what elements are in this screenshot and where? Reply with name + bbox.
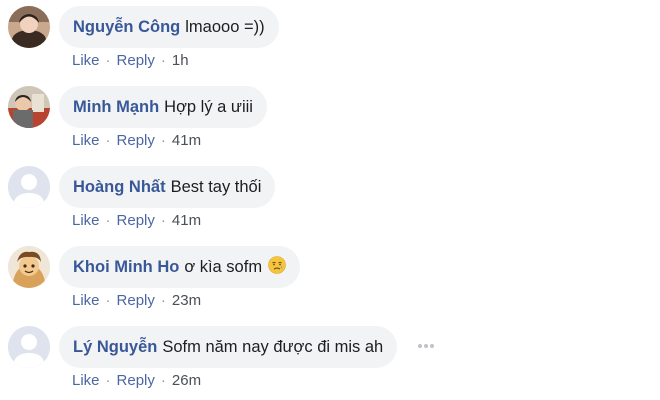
comment-timestamp[interactable]: 41m <box>172 212 201 229</box>
like-link[interactable]: Like <box>72 372 100 389</box>
comment-bubble: Lý Nguyễn Sofm năm nay được đi mis ah <box>59 326 398 368</box>
separator-dot: · <box>105 212 111 229</box>
avatar[interactable] <box>8 166 50 208</box>
comment-timestamp[interactable]: 23m <box>172 292 201 309</box>
comment-actions: Like · Reply · 41m <box>72 132 201 149</box>
reply-link[interactable]: Reply <box>117 372 155 389</box>
comment-bubble: Minh Mạnh Hợp lý a ưiii <box>59 86 267 128</box>
reply-link[interactable]: Reply <box>117 52 155 69</box>
separator-dot: · <box>160 132 166 149</box>
comment-timestamp[interactable]: 1h <box>172 52 189 69</box>
avatar-photo-icon <box>8 246 50 288</box>
comment-text: lmaooo =)) <box>185 17 265 36</box>
separator-dot: · <box>105 292 111 309</box>
separator-dot: · <box>160 372 166 389</box>
comment-actions: Like · Reply · 26m <box>72 372 201 389</box>
comment-author[interactable]: Khoi Minh Ho <box>73 258 179 277</box>
like-link[interactable]: Like <box>72 132 100 149</box>
default-avatar-silhouette-icon <box>8 166 50 208</box>
comment-item: Lý Nguyễn Sofm năm nay được đi mis ah Li… <box>0 320 660 400</box>
comment-bubble: Hoàng Nhất Best tay thối <box>59 166 276 208</box>
separator-dot: · <box>105 132 111 149</box>
comment-author[interactable]: Nguyễn Công <box>73 18 180 37</box>
avatar[interactable] <box>8 86 50 128</box>
separator-dot: · <box>105 52 111 69</box>
separator-dot: · <box>160 52 166 69</box>
avatar[interactable] <box>8 246 50 288</box>
avatar-photo-icon <box>8 6 50 48</box>
comment-text: ơ kìa sofm <box>184 257 263 276</box>
comment-bubble: Nguyễn Công lmaooo =)) <box>59 6 279 48</box>
avatar-photo-icon <box>8 86 50 128</box>
comment-author[interactable]: Lý Nguyễn <box>73 338 157 357</box>
reply-link[interactable]: Reply <box>117 132 155 149</box>
reply-link[interactable]: Reply <box>117 292 155 309</box>
like-link[interactable]: Like <box>72 292 100 309</box>
comment-text: Sofm năm nay được đi mis ah <box>162 337 384 356</box>
comment-text: Best tay thối <box>170 177 262 196</box>
separator-dot: · <box>160 292 166 309</box>
disappointed-relieved-face-icon <box>268 255 286 279</box>
comment-actions: Like · Reply · 41m <box>72 212 201 229</box>
comment-timestamp[interactable]: 26m <box>172 372 201 389</box>
comment-author[interactable]: Minh Mạnh <box>73 98 159 117</box>
avatar[interactable] <box>8 6 50 48</box>
comment-actions: Like · Reply · 23m <box>72 292 201 309</box>
comment-item: Khoi Minh Ho ơ kìa sofm Like · Reply · 23m <box>0 240 660 320</box>
comment-bubble: Khoi Minh Ho ơ kìa sofm <box>59 246 301 288</box>
comment-text: Hợp lý a ưiii <box>164 97 253 116</box>
like-link[interactable]: Like <box>72 212 100 229</box>
comment-author[interactable]: Hoàng Nhất <box>73 178 166 197</box>
default-avatar-silhouette-icon <box>8 326 50 368</box>
separator-dot: · <box>105 372 111 389</box>
comment-timestamp[interactable]: 41m <box>172 132 201 149</box>
comment-item: Minh Mạnh Hợp lý a ưiii Like · Reply · 41m <box>0 80 660 160</box>
comment-item: Hoàng Nhất Best tay thối Like · Reply · 41m <box>0 160 660 240</box>
avatar[interactable] <box>8 326 50 368</box>
comment-item: Nguyễn Công lmaooo =)) Like · Reply · 1h <box>0 0 660 80</box>
more-options-icon[interactable] <box>418 341 436 351</box>
like-link[interactable]: Like <box>72 52 100 69</box>
reply-link[interactable]: Reply <box>117 212 155 229</box>
separator-dot: · <box>160 212 166 229</box>
comment-actions: Like · Reply · 1h <box>72 52 189 69</box>
